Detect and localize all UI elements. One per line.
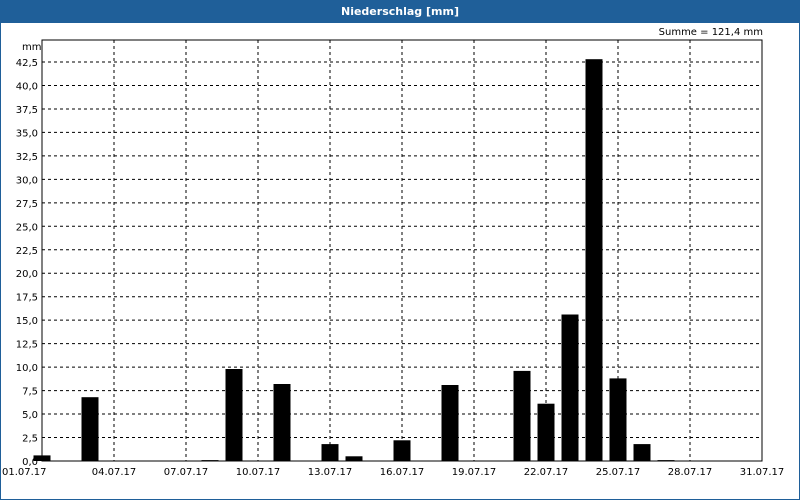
bar-16.07.17 <box>393 440 411 461</box>
y-tick-label: 15,0 <box>16 316 38 327</box>
bar-03.07.17 <box>81 397 99 461</box>
y-axis-unit-label: mm <box>22 42 41 53</box>
y-tick-label: 37,5 <box>16 105 38 116</box>
bar-24.07.17 <box>585 59 603 461</box>
y-tick-label: 25,0 <box>16 222 38 233</box>
precipitation-chart: mm 0,02,55,07,510,012,515,017,520,022,52… <box>2 39 784 478</box>
bar-14.07.17 <box>345 456 363 461</box>
x-tick-label: 19.07.17 <box>452 467 497 478</box>
bar-26.07.17 <box>633 444 651 461</box>
y-tick-label: 5,0 <box>22 410 38 421</box>
y-tick-label: 12,5 <box>16 340 38 351</box>
bar-09.07.17 <box>225 369 243 461</box>
x-tick-label: 28.07.17 <box>668 467 713 478</box>
bar-23.07.17 <box>561 314 579 461</box>
y-tick-label: 40,0 <box>16 81 38 92</box>
grid-lines <box>42 40 762 461</box>
y-tick-label: 20,0 <box>16 269 38 280</box>
x-tick-label: 31.07.17 <box>740 467 785 478</box>
bar-22.07.17 <box>537 403 555 461</box>
y-tick-label: 27,5 <box>16 199 38 210</box>
y-tick-label: 30,0 <box>16 175 38 186</box>
x-tick-label: 01.07.17 <box>2 467 47 478</box>
y-tick-label: 32,5 <box>16 152 38 163</box>
x-tick-label: 16.07.17 <box>380 467 425 478</box>
x-tick-label: 22.07.17 <box>524 467 569 478</box>
x-tick-label: 25.07.17 <box>596 467 641 478</box>
bar-13.07.17 <box>321 444 339 461</box>
bar-18.07.17 <box>441 385 459 461</box>
bars <box>33 59 675 462</box>
y-tick-label: 17,5 <box>16 293 38 304</box>
y-tick-label: 2,5 <box>22 434 38 445</box>
y-tick-label: 22,5 <box>16 246 38 257</box>
y-tick-label: 7,5 <box>22 387 38 398</box>
x-tick-label: 13.07.17 <box>308 467 353 478</box>
bar-11.07.17 <box>273 384 291 461</box>
y-tick-labels: 0,02,55,07,510,012,515,017,520,022,525,0… <box>16 58 38 468</box>
bar-21.07.17 <box>513 370 531 461</box>
y-tick-label: 42,5 <box>16 58 38 69</box>
x-tick-labels: 01.07.17 04.07.17 07.07.17 10.07.17 13.07.17… <box>2 467 784 478</box>
y-tick-label: 35,0 <box>16 128 38 139</box>
x-tick-label: 10.07.17 <box>236 467 281 478</box>
y-tick-label: 10,0 <box>16 363 38 374</box>
bar-25.07.17 <box>609 378 627 461</box>
x-tick-label: 07.07.17 <box>164 467 209 478</box>
x-tick-label: 04.07.17 <box>92 467 137 478</box>
